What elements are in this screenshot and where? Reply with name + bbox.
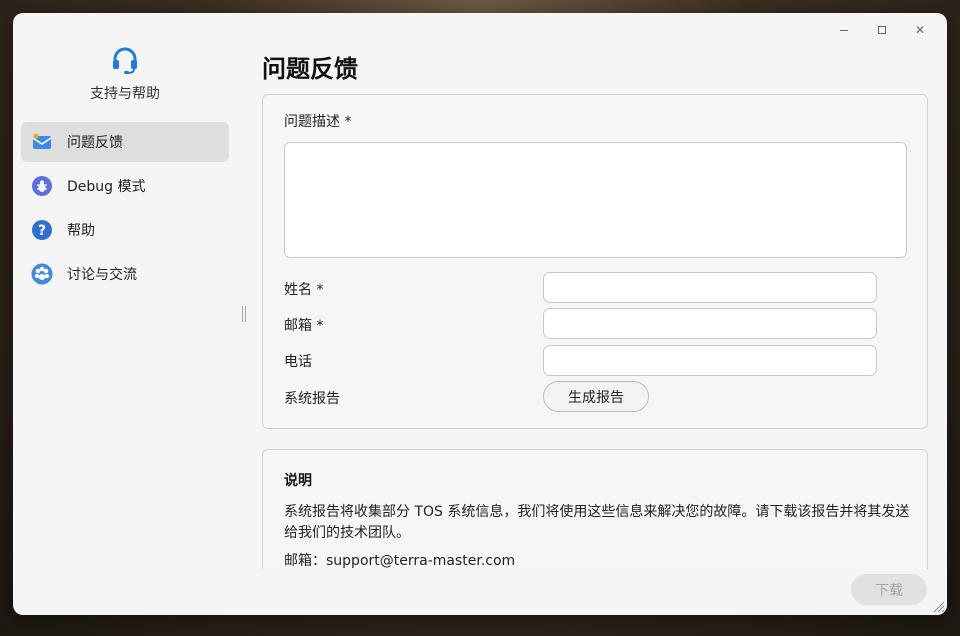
phone-label: 电话 bbox=[284, 354, 312, 370]
generate-report-button[interactable]: 生成报告 bbox=[543, 381, 649, 412]
sidebar-item-community[interactable]: 讨论与交流 bbox=[21, 254, 229, 294]
name-label: 姓名 * bbox=[284, 282, 324, 298]
description-label: 问题描述 * bbox=[284, 114, 352, 130]
bug-icon bbox=[31, 175, 53, 197]
info-title: 说明 bbox=[284, 473, 312, 489]
sidebar: 支持与帮助 问题反馈 Debug 模式 ? 帮助 讨论与交流 bbox=[13, 13, 237, 615]
svg-text:?: ? bbox=[38, 223, 46, 239]
footer-bar: 下载 bbox=[262, 569, 947, 615]
email-input[interactable] bbox=[543, 308, 877, 339]
support-email: 邮箱：support@terra-master.com bbox=[284, 553, 516, 569]
sidebar-item-label: 讨论与交流 bbox=[67, 267, 137, 283]
sidebar-item-feedback[interactable]: 问题反馈 bbox=[21, 122, 229, 162]
system-report-label: 系统报告 bbox=[284, 391, 340, 407]
page-title: 问题反馈 bbox=[262, 55, 358, 83]
mail-icon bbox=[31, 131, 53, 153]
sidebar-item-label: 帮助 bbox=[67, 223, 95, 239]
sidebar-item-debug[interactable]: Debug 模式 bbox=[21, 166, 229, 206]
feedback-form: 问题描述 * 姓名 * 邮箱 * 电话 系统报告 生成报告 bbox=[262, 94, 928, 429]
description-input[interactable] bbox=[284, 142, 907, 258]
sidebar-item-label: Debug 模式 bbox=[67, 179, 146, 195]
name-input[interactable] bbox=[543, 272, 877, 303]
app-title: 支持与帮助 bbox=[90, 86, 160, 102]
app-header: 支持与帮助 bbox=[13, 45, 237, 103]
sidebar-resize-handle[interactable] bbox=[242, 306, 246, 322]
email-label: 邮箱 * bbox=[284, 318, 324, 334]
main-content: 问题反馈 问题描述 * 姓名 * 邮箱 * 电话 系统报告 生成报告 说明 系统… bbox=[262, 13, 928, 609]
resize-grip-icon[interactable] bbox=[931, 599, 945, 613]
community-icon bbox=[31, 263, 53, 285]
sidebar-item-label: 问题反馈 bbox=[67, 135, 123, 151]
info-body: 系统报告将收集部分 TOS 系统信息，我们将使用这些信息来解决您的故障。请下载该… bbox=[284, 504, 910, 541]
app-window: ✕ 支持与帮助 问题反馈 Debug 模式 ? 帮助 讨论与交流 问题反馈 问题… bbox=[13, 13, 947, 615]
headset-icon bbox=[113, 47, 137, 74]
sidebar-item-help[interactable]: ? 帮助 bbox=[21, 210, 229, 250]
question-icon: ? bbox=[31, 219, 53, 241]
download-button[interactable]: 下载 bbox=[851, 574, 927, 605]
sidebar-nav: 问题反馈 Debug 模式 ? 帮助 讨论与交流 bbox=[21, 122, 229, 298]
phone-input[interactable] bbox=[543, 345, 877, 376]
